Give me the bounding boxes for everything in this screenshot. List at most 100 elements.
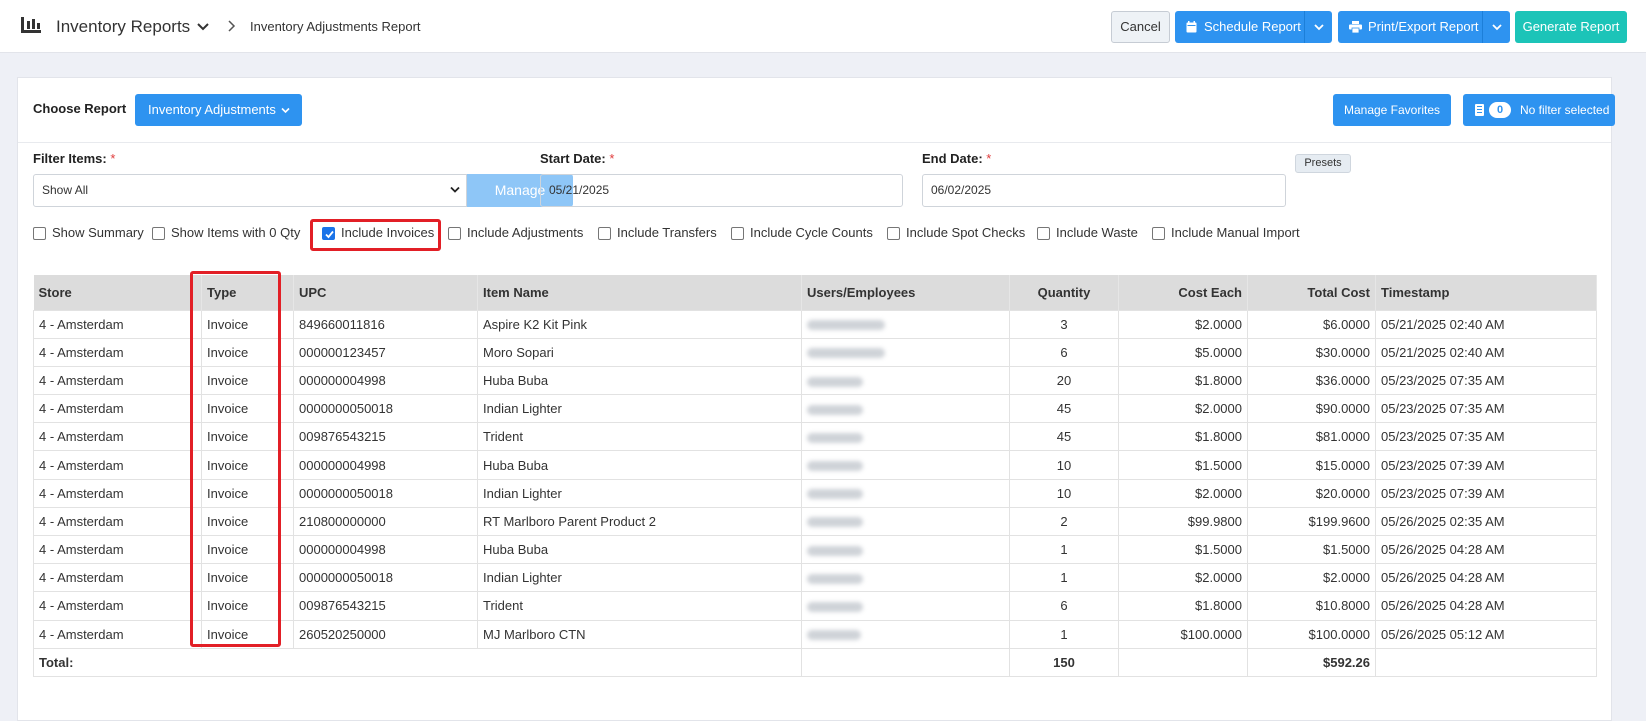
generate-report-button[interactable]: Generate Report: [1515, 11, 1627, 43]
item-name-cell: Trident: [477, 422, 802, 452]
upc-cell: 0000000050018: [293, 394, 478, 424]
column-header-upc[interactable]: UPC: [293, 275, 478, 310]
quantity-cell: 3: [1009, 309, 1119, 339]
users-cell: [801, 506, 1010, 537]
redacted-user-name: [807, 432, 863, 443]
end-date-label: End Date: *: [922, 151, 992, 166]
filter-items-label: Filter Items: *: [33, 151, 116, 166]
users-cell: [801, 422, 1010, 452]
cancel-button[interactable]: Cancel: [1111, 11, 1170, 43]
checkbox-box[interactable]: [33, 227, 46, 240]
filter-items-select[interactable]: Show All: [33, 174, 467, 207]
checkbox-box[interactable]: [598, 227, 611, 240]
checkbox-box[interactable]: [448, 227, 461, 240]
column-header-item-name[interactable]: Item Name: [477, 275, 802, 310]
chevron-down-icon: [1314, 24, 1324, 31]
upc-cell: 000000004998: [293, 534, 478, 565]
users-cell: [801, 450, 1010, 480]
print-export-button[interactable]: Print/Export Report: [1338, 11, 1482, 43]
timestamp-cell: 05/26/2025 04:28 AM: [1375, 591, 1597, 621]
quantity-cell: 6: [1009, 591, 1119, 621]
chevron-down-icon: [1492, 24, 1502, 31]
store-cell: 4 - Amsterdam: [33, 337, 202, 367]
timestamp-cell: 05/21/2025 02:40 AM: [1375, 337, 1597, 367]
chevron-down-icon[interactable]: [196, 20, 210, 34]
chevron-right-icon: [228, 20, 236, 32]
item-name-cell: Indian Lighter: [477, 478, 802, 508]
filter-icon: [1475, 104, 1484, 116]
cost-each-cell: $1.5000: [1118, 534, 1248, 565]
total-cost-cell: $100.0000: [1247, 619, 1376, 649]
users-cell: [801, 337, 1010, 367]
total-cost-cell: $36.0000: [1247, 365, 1376, 396]
checkbox-box[interactable]: [731, 227, 744, 240]
item-name-cell: Indian Lighter: [477, 394, 802, 424]
store-cell: 4 - Amsterdam: [33, 365, 202, 396]
store-cell: 4 - Amsterdam: [33, 450, 202, 480]
timestamp-cell: 05/26/2025 05:12 AM: [1375, 619, 1597, 649]
column-header-quantity[interactable]: Quantity: [1009, 275, 1119, 310]
app-title[interactable]: Inventory Reports: [56, 17, 190, 37]
choose-report-dropdown[interactable]: Inventory Adjustments: [135, 94, 302, 126]
total-cost-cell: $20.0000: [1247, 478, 1376, 508]
quantity-cell: 2: [1009, 506, 1119, 537]
item-name-cell: MJ Marlboro CTN: [477, 619, 802, 649]
schedule-report-dropdown[interactable]: [1304, 11, 1332, 43]
schedule-report-label: Schedule Report: [1204, 19, 1301, 34]
checkbox-box[interactable]: [1152, 227, 1165, 240]
cost-each-cell: $100.0000: [1118, 619, 1248, 649]
breadcrumb: Inventory Adjustments Report: [250, 19, 421, 34]
upc-cell: 0000000050018: [293, 478, 478, 508]
start-date-input[interactable]: 05/21/2025: [540, 174, 903, 207]
end-date-input[interactable]: 06/02/2025: [922, 174, 1286, 207]
timestamp-cell: 05/23/2025 07:35 AM: [1375, 365, 1597, 396]
quantity-cell: 10: [1009, 450, 1119, 480]
printer-icon: [1349, 21, 1362, 33]
selected-report: Inventory Adjustments: [148, 102, 276, 117]
manage-favorites-button[interactable]: Manage Favorites: [1333, 94, 1451, 126]
total-cost-cell: $15.0000: [1247, 450, 1376, 480]
store-cell: 4 - Amsterdam: [33, 394, 202, 424]
redacted-user-name: [807, 489, 863, 500]
store-cell: 4 - Amsterdam: [33, 563, 202, 593]
presets-button[interactable]: Presets: [1295, 154, 1351, 173]
checkbox-box[interactable]: [1037, 227, 1050, 240]
item-name-cell: Huba Buba: [477, 534, 802, 565]
print-export-dropdown[interactable]: [1482, 11, 1510, 43]
checkbox-box[interactable]: [887, 227, 900, 240]
column-header-cost-each[interactable]: Cost Each: [1118, 275, 1248, 310]
total-cost-cell: $1.5000: [1247, 534, 1376, 565]
table-total-row: Total: 150 $592.26: [33, 647, 1597, 677]
users-cell: [801, 563, 1010, 593]
column-header-store[interactable]: Store: [33, 275, 202, 310]
item-name-cell: Indian Lighter: [477, 563, 802, 593]
upc-cell: 260520250000: [293, 619, 478, 649]
item-name-cell: Trident: [477, 591, 802, 621]
users-cell: [801, 309, 1010, 339]
column-header-users[interactable]: Users/Employees: [801, 275, 1010, 310]
redacted-user-name: [807, 573, 863, 584]
total-cost-cell: $30.0000: [1247, 337, 1376, 367]
cost-each-cell: $2.0000: [1118, 394, 1248, 424]
total-cost-each-cell: [1118, 647, 1248, 677]
schedule-report-button[interactable]: Schedule Report: [1175, 11, 1304, 43]
timestamp-cell: 05/26/2025 04:28 AM: [1375, 563, 1597, 593]
highlight-type-column: [190, 271, 281, 647]
total-cost-cell: $81.0000: [1247, 422, 1376, 452]
redacted-user-name: [807, 461, 863, 472]
top-bar: Inventory Reports Inventory Adjustments …: [0, 0, 1646, 53]
upc-cell: 000000004998: [293, 450, 478, 480]
redacted-user-name: [807, 630, 861, 641]
item-name-cell: Aspire K2 Kit Pink: [477, 309, 802, 339]
filter-status-button[interactable]: 0 No filter selected: [1463, 94, 1615, 126]
checkbox-box[interactable]: [152, 227, 165, 240]
quantity-cell: 45: [1009, 394, 1119, 424]
timestamp-cell: 05/23/2025 07:39 AM: [1375, 450, 1597, 480]
column-header-total-cost[interactable]: Total Cost: [1247, 275, 1376, 310]
cost-each-cell: $1.8000: [1118, 422, 1248, 452]
column-header-timestamp[interactable]: Timestamp: [1375, 275, 1597, 310]
total-cost-cell: $2.0000: [1247, 563, 1376, 593]
redacted-user-name: [807, 348, 885, 359]
redacted-user-name: [807, 404, 863, 415]
total-timestamp-cell: [1375, 647, 1597, 677]
